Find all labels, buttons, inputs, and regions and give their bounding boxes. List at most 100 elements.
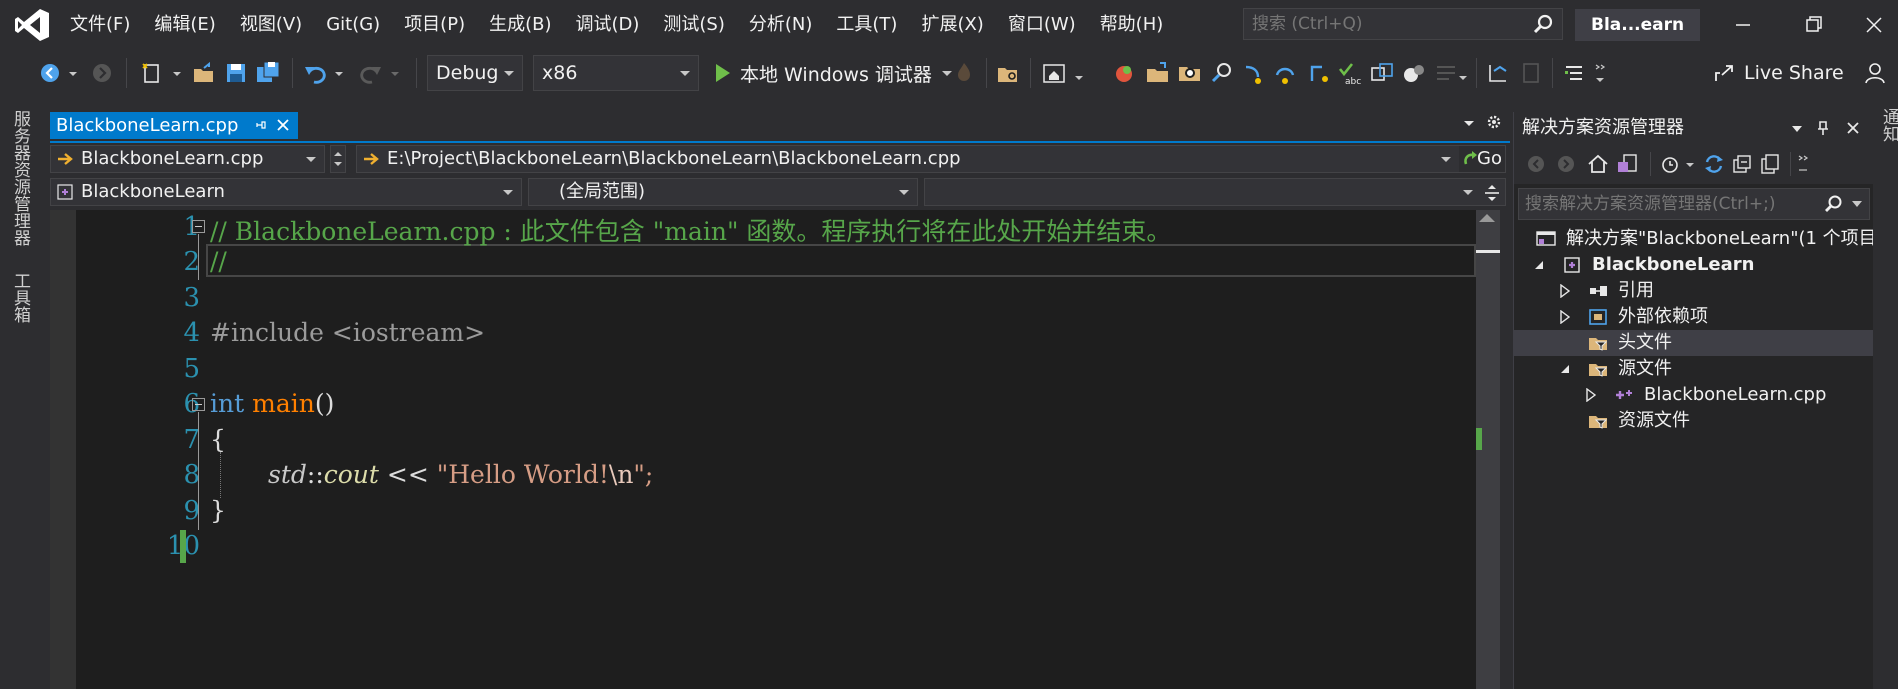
- start-debugging-button[interactable]: 本地 Windows 调试器: [710, 55, 954, 91]
- file-select[interactable]: BlackboneLearn.cpp: [50, 145, 325, 173]
- menu-window[interactable]: 窗口(W): [996, 0, 1088, 50]
- undo-dropdown-icon[interactable]: [332, 59, 346, 87]
- home-icon[interactable]: [1586, 152, 1610, 176]
- menu-file[interactable]: 文件(F): [58, 0, 142, 50]
- tree-item-header-files[interactable]: 头文件: [1514, 330, 1874, 356]
- solution-platform-select[interactable]: x86: [533, 55, 699, 91]
- scroll-up-icon[interactable]: [1479, 214, 1495, 222]
- pending-changes-icon[interactable]: [1658, 152, 1682, 176]
- chevron-down-icon[interactable]: [1684, 152, 1696, 176]
- undo-icon[interactable]: [302, 59, 330, 87]
- collapse-all-icon[interactable]: [1730, 152, 1754, 176]
- new-project-dropdown-icon[interactable]: [170, 59, 184, 87]
- toolbox-tab[interactable]: 工具箱: [8, 272, 33, 323]
- navigate-back-icon[interactable]: [36, 59, 64, 87]
- open-file-icon[interactable]: [190, 59, 218, 87]
- visual-studio-logo-icon[interactable]: [14, 8, 50, 42]
- tree-item-references[interactable]: 引用: [1514, 278, 1874, 304]
- chevron-down-icon[interactable]: [1456, 59, 1470, 87]
- step-into-icon[interactable]: [1240, 59, 1268, 87]
- tree-item-external-deps[interactable]: 外部依赖项: [1514, 304, 1874, 330]
- menu-view[interactable]: 视图(V): [228, 0, 314, 50]
- menu-test[interactable]: 测试(S): [651, 0, 736, 50]
- project-select[interactable]: BlackboneLearn: [50, 178, 522, 206]
- close-icon[interactable]: [276, 118, 290, 132]
- go-button[interactable]: Go: [1459, 146, 1505, 172]
- collapsed-arrow-icon[interactable]: [1560, 284, 1570, 298]
- server-explorer-tab[interactable]: 服务器资源管理器: [8, 110, 33, 246]
- menu-extensions[interactable]: 扩展(X): [909, 0, 995, 50]
- account-icon[interactable]: [1862, 59, 1890, 87]
- find-in-files-icon[interactable]: [1176, 59, 1204, 87]
- chevron-down-icon[interactable]: [1072, 59, 1086, 87]
- step-out-icon[interactable]: [1304, 59, 1332, 87]
- spell-check-icon[interactable]: abc: [1336, 59, 1364, 87]
- panel-menu-dropdown-icon[interactable]: [1790, 122, 1804, 136]
- expanded-arrow-icon[interactable]: [1534, 260, 1544, 270]
- close-icon[interactable]: [1846, 121, 1860, 135]
- back-icon[interactable]: [1526, 154, 1546, 174]
- solution-explorer-search-input[interactable]: [1519, 189, 1819, 219]
- outdent-icon[interactable]: [1516, 59, 1544, 87]
- tree-item-solution[interactable]: 解决方案"BlackboneLearn"(1 个项目/: [1514, 226, 1883, 252]
- find-icon[interactable]: [1208, 59, 1236, 87]
- menu-tools[interactable]: 工具(T): [824, 0, 909, 50]
- code-editor[interactable]: 1 2 3 4 5 6 7 8 9 10 // BlackboneLearn.c…: [50, 210, 1490, 689]
- close-window-icon[interactable]: [1850, 0, 1898, 50]
- gear-icon[interactable]: [1486, 114, 1502, 130]
- home-window-icon[interactable]: [1040, 59, 1068, 87]
- live-share-button[interactable]: Live Share: [1712, 55, 1844, 91]
- navigate-back-dropdown-icon[interactable]: [66, 59, 80, 87]
- tab-blackbonelearn-cpp[interactable]: BlackboneLearn.cpp: [50, 112, 299, 139]
- redo-dropdown-icon[interactable]: [388, 59, 402, 87]
- menu-project[interactable]: 项目(P): [392, 0, 477, 50]
- tree-item-resource-files[interactable]: 资源文件: [1514, 408, 1874, 434]
- toggle-icon[interactable]: [1400, 59, 1428, 87]
- pin-icon[interactable]: [1816, 120, 1830, 136]
- menu-debug[interactable]: 调试(D): [564, 0, 652, 50]
- redo-icon[interactable]: [356, 59, 384, 87]
- search-icon[interactable]: [1532, 13, 1554, 35]
- file-scroll-stepper[interactable]: [330, 145, 346, 173]
- tree-item-source-files[interactable]: 源文件: [1514, 356, 1874, 382]
- hot-reload-icon[interactable]: [950, 59, 978, 87]
- menu-build[interactable]: 生成(B): [477, 0, 563, 50]
- navigate-forward-icon[interactable]: [88, 59, 116, 87]
- debug-target-icon[interactable]: [1110, 59, 1138, 87]
- sync-icon[interactable]: [1702, 152, 1726, 176]
- menu-git[interactable]: Git(G): [314, 0, 392, 50]
- scope-select[interactable]: (全局范围): [528, 178, 918, 206]
- file-path-select[interactable]: E:\Project\BlackboneLearn\BlackboneLearn…: [356, 145, 1506, 173]
- pin-icon[interactable]: [254, 118, 268, 132]
- tree-item-project[interactable]: BlackboneLearn: [1514, 252, 1874, 278]
- menu-help[interactable]: 帮助(H): [1088, 0, 1176, 50]
- indent-icon[interactable]: [1484, 59, 1512, 87]
- collapsed-arrow-icon[interactable]: [1586, 388, 1596, 402]
- menu-analyze[interactable]: 分析(N): [737, 0, 825, 50]
- search-icon[interactable]: [1823, 194, 1843, 214]
- toolbar-overflow-icon[interactable]: [1796, 152, 1810, 176]
- menu-edit[interactable]: 编辑(E): [142, 0, 227, 50]
- collapse-region-icon[interactable]: [192, 220, 205, 233]
- tree-item-cpp-file[interactable]: BlackboneLearn.cpp: [1514, 382, 1874, 408]
- folder-sync-icon[interactable]: [1144, 59, 1172, 87]
- save-all-icon[interactable]: [254, 59, 282, 87]
- toolbar-overflow-icon[interactable]: [1592, 59, 1608, 87]
- minimize-icon[interactable]: [1712, 0, 1774, 50]
- forward-icon[interactable]: [1556, 154, 1576, 174]
- step-over-icon[interactable]: [1272, 59, 1300, 87]
- collapse-region-icon[interactable]: [192, 398, 205, 411]
- new-project-icon[interactable]: [138, 59, 166, 87]
- show-all-files-icon[interactable]: [1758, 152, 1782, 176]
- editor-vertical-scrollbar[interactable]: [1476, 210, 1500, 689]
- collapsed-arrow-icon[interactable]: [1560, 310, 1570, 324]
- notifications-tab[interactable]: 通知: [1877, 108, 1898, 142]
- member-select[interactable]: [924, 178, 1506, 206]
- expanded-arrow-icon[interactable]: [1560, 364, 1570, 374]
- search-input[interactable]: [1244, 9, 1524, 39]
- browse-folder-icon[interactable]: [994, 59, 1022, 87]
- tab-list-dropdown-icon[interactable]: [1462, 116, 1476, 130]
- split-window-icon[interactable]: [1483, 183, 1501, 203]
- restore-icon[interactable]: [1782, 0, 1844, 50]
- solution-configuration-select[interactable]: Debug: [427, 55, 523, 91]
